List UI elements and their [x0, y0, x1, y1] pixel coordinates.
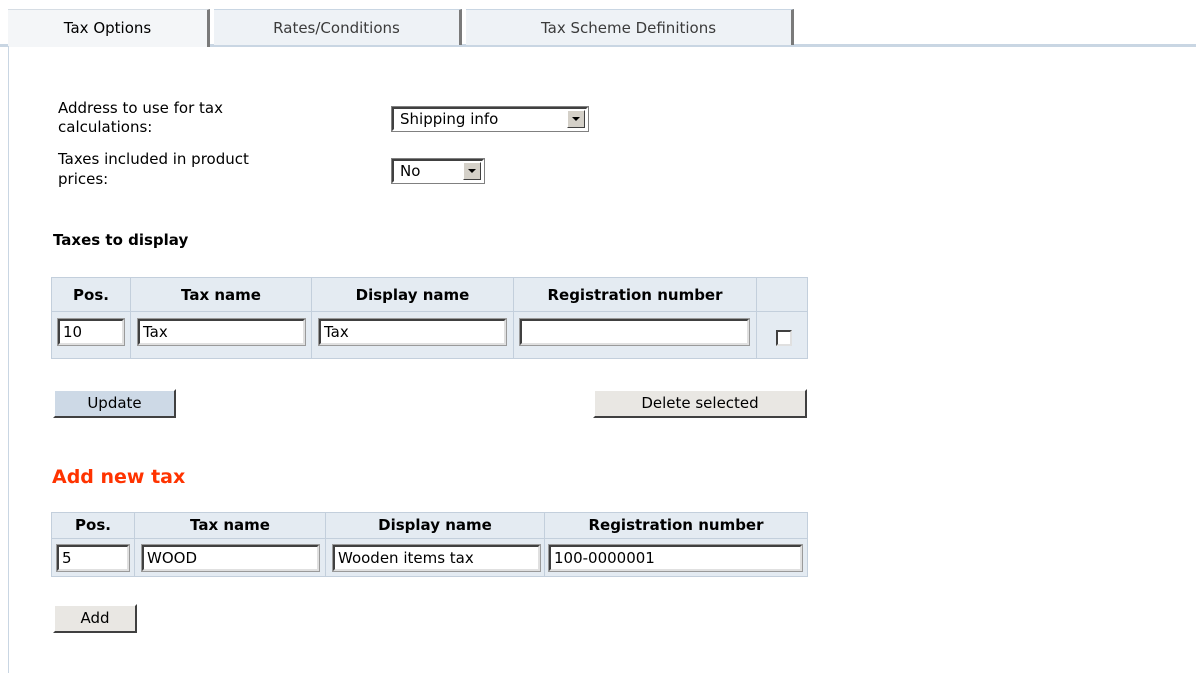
- header-registration-number: Registration number: [547, 286, 723, 304]
- header-divider: [52, 538, 807, 539]
- address-label-line2: calculations:: [58, 118, 153, 136]
- tab-tax-scheme-definitions[interactable]: Tax Scheme Definitions: [466, 9, 794, 45]
- tab-tax-options[interactable]: Tax Options: [8, 9, 210, 47]
- header-pos: Pos.: [75, 516, 111, 534]
- add-button[interactable]: Add: [53, 604, 137, 633]
- included-select-value: No: [400, 162, 421, 180]
- address-select[interactable]: Shipping info: [392, 107, 588, 131]
- tax-name-input[interactable]: Tax: [138, 319, 305, 345]
- header-display-name: Display name: [378, 516, 492, 534]
- select-row-checkbox[interactable]: [776, 330, 792, 346]
- header-tax-name: Tax name: [190, 516, 270, 534]
- address-select-value: Shipping info: [400, 110, 499, 128]
- chevron-down-icon[interactable]: [567, 110, 585, 128]
- included-select[interactable]: No: [392, 159, 484, 183]
- header-registration-number: Registration number: [588, 516, 764, 534]
- registration-number-input[interactable]: [520, 319, 749, 345]
- tab-rates-conditions[interactable]: Rates/Conditions: [214, 9, 462, 45]
- tab-bar: Tax Options Rates/Conditions Tax Scheme …: [0, 0, 1196, 48]
- taxes-table: Pos. Tax name Display name Registration …: [51, 277, 808, 359]
- column-divider: [756, 278, 757, 358]
- new-tax-name-input[interactable]: WOOD: [142, 545, 319, 571]
- add-new-tax-title: Add new tax: [52, 466, 186, 488]
- content-left-border: [8, 46, 9, 673]
- address-label-line1: Address to use for tax: [58, 99, 223, 117]
- display-name-input[interactable]: Tax: [319, 319, 506, 345]
- pos-input[interactable]: 10: [58, 319, 124, 345]
- update-button[interactable]: Update: [53, 389, 176, 418]
- header-tax-name: Tax name: [181, 286, 261, 304]
- header-divider: [52, 311, 807, 312]
- chevron-down-icon[interactable]: [463, 162, 481, 180]
- new-registration-number-input[interactable]: 100-0000001: [549, 545, 802, 571]
- taxes-to-display-title: Taxes to display: [53, 231, 189, 249]
- new-pos-input[interactable]: 5: [57, 545, 129, 571]
- new-display-name-input[interactable]: Wooden items tax: [333, 545, 540, 571]
- delete-selected-button[interactable]: Delete selected: [593, 389, 807, 418]
- included-label-line1: Taxes included in product: [58, 150, 249, 168]
- header-pos: Pos.: [73, 286, 109, 304]
- included-label-line2: prices:: [58, 170, 109, 188]
- add-tax-table: Pos. Tax name Display name Registration …: [51, 512, 808, 577]
- header-display-name: Display name: [355, 286, 470, 304]
